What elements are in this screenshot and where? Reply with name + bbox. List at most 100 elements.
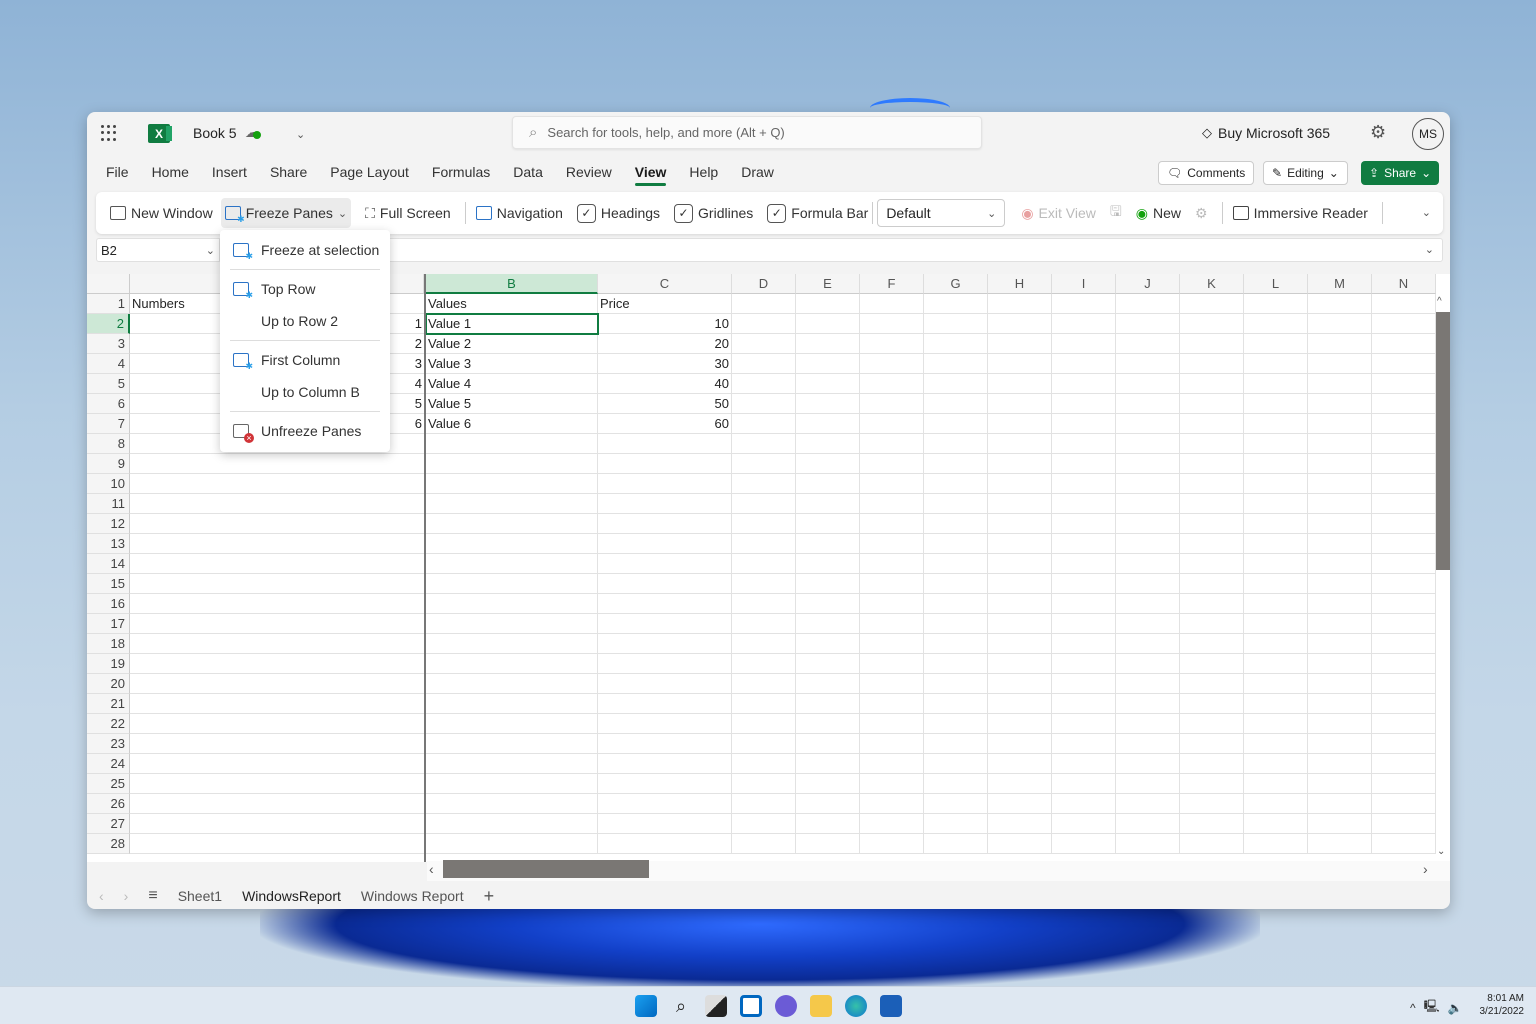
- row-header-11[interactable]: 11: [87, 494, 130, 514]
- cell-c14[interactable]: [598, 554, 732, 574]
- tab-help[interactable]: Help: [689, 164, 718, 186]
- column-header-g[interactable]: G: [924, 274, 988, 294]
- cell-j26[interactable]: [1116, 794, 1180, 814]
- cell-g25[interactable]: [924, 774, 988, 794]
- cell-i5[interactable]: [1052, 374, 1116, 394]
- cell-c25[interactable]: [598, 774, 732, 794]
- cell-d11[interactable]: [732, 494, 796, 514]
- exit-view-button[interactable]: ◉ Exit View: [1021, 198, 1096, 228]
- row-header-20[interactable]: 20: [87, 674, 130, 694]
- cell-h21[interactable]: [988, 694, 1052, 714]
- cell-h20[interactable]: [988, 674, 1052, 694]
- cell-e22[interactable]: [796, 714, 860, 734]
- cell-b7[interactable]: Value 6: [426, 414, 598, 434]
- cell-f14[interactable]: [860, 554, 924, 574]
- cell-g18[interactable]: [924, 634, 988, 654]
- cell-e18[interactable]: [796, 634, 860, 654]
- cell-c19[interactable]: [598, 654, 732, 674]
- volume-icon[interactable]: 🔈: [1448, 1001, 1463, 1015]
- cell-i28[interactable]: [1052, 834, 1116, 854]
- cell-d27[interactable]: [732, 814, 796, 834]
- menu-item-up-to-column-b[interactable]: Up to Column B: [220, 376, 390, 408]
- cell-g6[interactable]: [924, 394, 988, 414]
- cell-g21[interactable]: [924, 694, 988, 714]
- cell-b9[interactable]: [426, 454, 598, 474]
- cell-m11[interactable]: [1308, 494, 1372, 514]
- cell-c2[interactable]: 10: [598, 314, 732, 334]
- cell-l10[interactable]: [1244, 474, 1308, 494]
- cell-k13[interactable]: [1180, 534, 1244, 554]
- cell-l6[interactable]: [1244, 394, 1308, 414]
- cell-j8[interactable]: [1116, 434, 1180, 454]
- cell-f3[interactable]: [860, 334, 924, 354]
- cell-i11[interactable]: [1052, 494, 1116, 514]
- cell-g22[interactable]: [924, 714, 988, 734]
- cell-m16[interactable]: [1308, 594, 1372, 614]
- cell-c15[interactable]: [598, 574, 732, 594]
- cell-k23[interactable]: [1180, 734, 1244, 754]
- cell-l3[interactable]: [1244, 334, 1308, 354]
- cell-b11[interactable]: [426, 494, 598, 514]
- cell-g14[interactable]: [924, 554, 988, 574]
- cell-f9[interactable]: [860, 454, 924, 474]
- cell-c9[interactable]: [598, 454, 732, 474]
- new-window-button[interactable]: New Window: [110, 198, 213, 228]
- cell-c11[interactable]: [598, 494, 732, 514]
- cell-b18[interactable]: [426, 634, 598, 654]
- cell-n17[interactable]: [1372, 614, 1436, 634]
- cell-a16[interactable]: [130, 594, 424, 614]
- freeze-panes-button[interactable]: Freeze Panes ⌄: [220, 198, 352, 228]
- cell-c1[interactable]: Price: [598, 294, 732, 314]
- cell-l17[interactable]: [1244, 614, 1308, 634]
- cell-m5[interactable]: [1308, 374, 1372, 394]
- cell-l21[interactable]: [1244, 694, 1308, 714]
- cell-a21[interactable]: [130, 694, 424, 714]
- cell-l11[interactable]: [1244, 494, 1308, 514]
- row-header-14[interactable]: 14: [87, 554, 130, 574]
- cell-g8[interactable]: [924, 434, 988, 454]
- cell-g2[interactable]: [924, 314, 988, 334]
- cell-a26[interactable]: [130, 794, 424, 814]
- headings-checkbox[interactable]: ✓ Headings: [576, 198, 660, 228]
- cell-m9[interactable]: [1308, 454, 1372, 474]
- cell-i7[interactable]: [1052, 414, 1116, 434]
- cell-b21[interactable]: [426, 694, 598, 714]
- cell-h9[interactable]: [988, 454, 1052, 474]
- cell-b4[interactable]: Value 3: [426, 354, 598, 374]
- row-header-9[interactable]: 9: [87, 454, 130, 474]
- cell-k5[interactable]: [1180, 374, 1244, 394]
- cell-e10[interactable]: [796, 474, 860, 494]
- cell-l20[interactable]: [1244, 674, 1308, 694]
- cell-e9[interactable]: [796, 454, 860, 474]
- cell-j15[interactable]: [1116, 574, 1180, 594]
- cell-l26[interactable]: [1244, 794, 1308, 814]
- cell-i10[interactable]: [1052, 474, 1116, 494]
- cell-j3[interactable]: [1116, 334, 1180, 354]
- cell-m28[interactable]: [1308, 834, 1372, 854]
- cell-j11[interactable]: [1116, 494, 1180, 514]
- gridlines-checkbox[interactable]: ✓ Gridlines: [674, 198, 753, 228]
- cell-k19[interactable]: [1180, 654, 1244, 674]
- cell-f17[interactable]: [860, 614, 924, 634]
- cell-f18[interactable]: [860, 634, 924, 654]
- cell-d1[interactable]: [732, 294, 796, 314]
- tab-share[interactable]: Share: [270, 164, 307, 186]
- cell-b22[interactable]: [426, 714, 598, 734]
- clock-date[interactable]: 3/21/2022: [1478, 1005, 1525, 1018]
- cell-f28[interactable]: [860, 834, 924, 854]
- cell-j21[interactable]: [1116, 694, 1180, 714]
- comments-button[interactable]: 🗨 Comments: [1158, 161, 1255, 185]
- avatar[interactable]: MS: [1412, 118, 1444, 150]
- sheet-tab[interactable]: Sheet1: [178, 888, 222, 904]
- cell-e14[interactable]: [796, 554, 860, 574]
- new-view-button[interactable]: ◉ New: [1136, 198, 1181, 228]
- cell-d14[interactable]: [732, 554, 796, 574]
- column-header-b[interactable]: B: [426, 274, 598, 294]
- cell-a23[interactable]: [130, 734, 424, 754]
- next-sheet-icon[interactable]: ›: [124, 888, 129, 904]
- cell-c23[interactable]: [598, 734, 732, 754]
- cell-l24[interactable]: [1244, 754, 1308, 774]
- tab-page-layout[interactable]: Page Layout: [330, 164, 409, 186]
- cell-e4[interactable]: [796, 354, 860, 374]
- cell-b19[interactable]: [426, 654, 598, 674]
